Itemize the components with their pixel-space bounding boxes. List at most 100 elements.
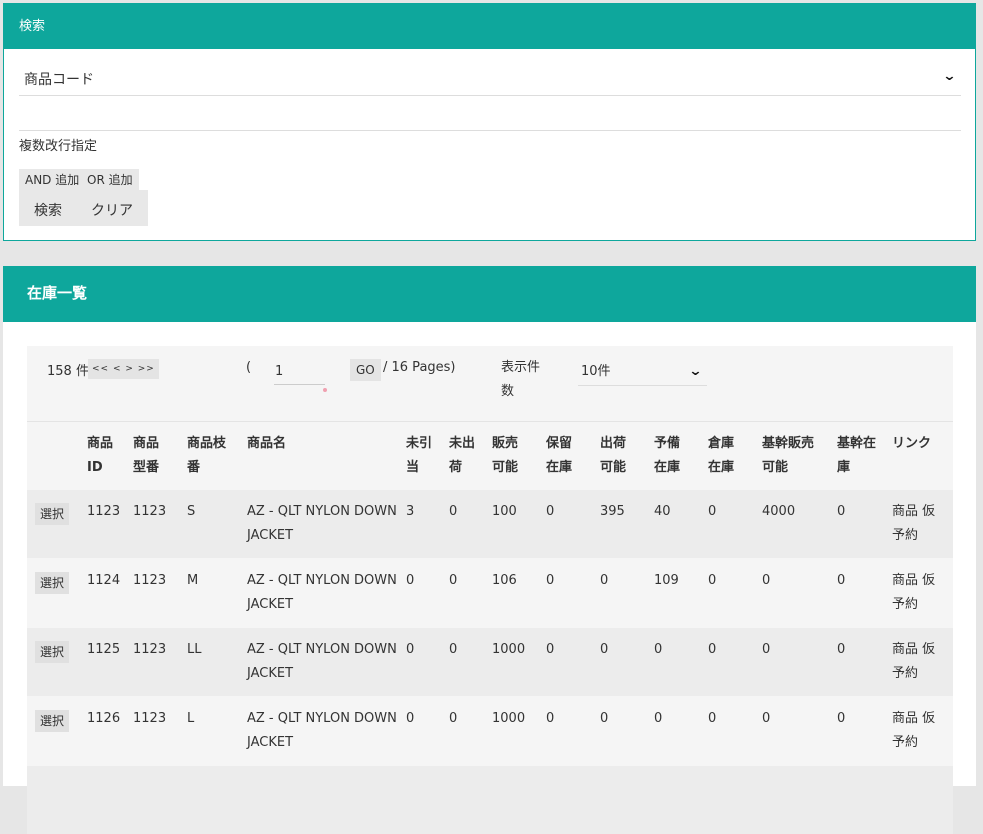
inventory-list-panel: 在庫一覧 158 件 << < > >> ( 1 GO / 16 Pages) … — [3, 266, 976, 834]
search-panel: 検索 商品コード ⌄ 複数改行指定 AND 追加 OR 追加 検索 クリア — [3, 3, 976, 241]
multi-line-label: 複数改行指定 — [19, 139, 98, 154]
column-header: 未引当 — [406, 436, 433, 475]
open-paren: ( — [246, 360, 252, 375]
cell-core-stock: 0 — [837, 711, 846, 726]
cell-branch: LL — [187, 642, 202, 657]
cell-unshipped: 0 — [449, 642, 458, 657]
cell-unshipped: 0 — [449, 711, 458, 726]
cell-sellable: 1000 — [492, 711, 526, 726]
cell-warehouse-stock: 0 — [708, 504, 717, 519]
column-header: 商品型番 — [133, 436, 160, 475]
page-nav-buttons[interactable]: << < > >> — [88, 359, 159, 379]
table-row — [27, 766, 953, 834]
cell-core-sellable: 4000 — [762, 504, 796, 519]
table-row: 選択 1124 1123 M AZ - QLT NYLON DOWN JACKE… — [27, 559, 953, 627]
or-add-button[interactable]: OR 追加 — [81, 169, 139, 192]
cell-unallocated: 0 — [406, 642, 415, 657]
table-row: 選択 1125 1123 LL AZ - QLT NYLON DOWN JACK… — [27, 628, 953, 696]
pagination-bar: 158 件 << < > >> ( 1 GO / 16 Pages) 表示件数 … — [27, 346, 953, 422]
product-reserve-link[interactable]: 商品 仮予約 — [892, 707, 942, 755]
column-header: 販売可能 — [492, 436, 519, 475]
search-field-select[interactable]: 商品コード ⌄ — [19, 65, 961, 96]
cell-unallocated: 3 — [406, 504, 415, 519]
cell-core-sellable: 0 — [762, 573, 771, 588]
cell-model: 1123 — [133, 573, 167, 588]
cell-reserve-stock: 40 — [654, 504, 671, 519]
select-button[interactable]: 選択 — [35, 710, 70, 732]
column-header: 倉庫在庫 — [708, 436, 735, 475]
chevron-down-icon: ⌄ — [942, 69, 957, 84]
cell-product-id: 1125 — [87, 642, 121, 657]
cell-shippable: 0 — [600, 573, 609, 588]
column-header: 未出荷 — [449, 436, 476, 475]
select-button[interactable]: 選択 — [35, 503, 70, 525]
cell-unshipped: 0 — [449, 504, 458, 519]
cell-core-sellable: 0 — [762, 642, 771, 657]
cell-reserve-stock: 109 — [654, 573, 679, 588]
per-page-select[interactable]: 10件 ⌄ — [578, 359, 707, 386]
select-button[interactable]: 選択 — [35, 572, 70, 594]
cell-product-name: AZ - QLT NYLON DOWN JACKET — [247, 642, 397, 681]
total-pages: / 16 Pages) — [383, 360, 456, 375]
cell-branch: M — [187, 573, 199, 588]
column-header: 商品名 — [247, 436, 287, 451]
search-button[interactable]: 検索 — [34, 200, 62, 220]
and-add-button[interactable]: AND 追加 — [19, 169, 86, 192]
column-header: 基幹販売可能 — [762, 436, 815, 475]
inventory-list-header: 在庫一覧 — [3, 266, 976, 322]
cell-model: 1123 — [133, 711, 167, 726]
product-reserve-link[interactable]: 商品 仮予約 — [892, 569, 942, 617]
cell-held-stock: 0 — [546, 642, 555, 657]
cell-warehouse-stock: 0 — [708, 573, 717, 588]
cell-warehouse-stock: 0 — [708, 642, 717, 657]
product-reserve-link[interactable]: 商品 仮予約 — [892, 638, 942, 686]
cell-sellable: 100 — [492, 504, 517, 519]
chevron-down-icon: ⌄ — [688, 364, 703, 379]
clear-button[interactable]: クリア — [91, 200, 133, 220]
column-header: 基幹在庫 — [837, 436, 877, 475]
column-header: 出荷可能 — [600, 436, 627, 475]
search-panel-header: 検索 — [4, 4, 975, 49]
cell-branch: L — [187, 711, 195, 726]
cell-product-name: AZ - QLT NYLON DOWN JACKET — [247, 573, 397, 612]
cell-held-stock: 0 — [546, 573, 555, 588]
cell-held-stock: 0 — [546, 504, 555, 519]
table-row: 選択 1126 1123 L AZ - QLT NYLON DOWN JACKE… — [27, 697, 953, 765]
search-button-group: 検索 クリア — [19, 190, 148, 226]
cell-product-name: AZ - QLT NYLON DOWN JACKET — [247, 504, 397, 543]
page-number-input[interactable]: 1 — [274, 360, 327, 392]
record-count: 158 件 — [47, 364, 89, 379]
cell-unshipped: 0 — [449, 573, 458, 588]
select-button[interactable]: 選択 — [35, 641, 70, 663]
cell-unallocated: 0 — [406, 711, 415, 726]
per-page-label: 表示件数 — [501, 360, 541, 399]
cell-sellable: 106 — [492, 573, 517, 588]
cell-branch: S — [187, 504, 196, 519]
cell-product-name: AZ - QLT NYLON DOWN JACKET — [247, 711, 397, 750]
table-header: 商品ID 商品型番 商品枝番 商品名 未引当 未出荷 販売可能 保留在庫 出荷可… — [27, 422, 953, 490]
cell-core-stock: 0 — [837, 504, 846, 519]
go-button[interactable]: GO — [350, 359, 381, 381]
cell-product-id: 1124 — [87, 573, 121, 588]
cell-core-stock: 0 — [837, 642, 846, 657]
table-row: 選択 1123 1123 S AZ - QLT NYLON DOWN JACKE… — [27, 490, 953, 558]
cell-core-stock: 0 — [837, 573, 846, 588]
cell-core-sellable: 0 — [762, 711, 771, 726]
cell-product-id: 1126 — [87, 711, 121, 726]
product-reserve-link[interactable]: 商品 仮予約 — [892, 500, 942, 548]
search-text-input[interactable] — [19, 99, 961, 131]
cell-model: 1123 — [133, 504, 167, 519]
cell-unallocated: 0 — [406, 573, 415, 588]
cell-model: 1123 — [133, 642, 167, 657]
column-header: 予備在庫 — [654, 436, 681, 475]
cell-held-stock: 0 — [546, 711, 555, 726]
column-header: 商品枝番 — [187, 436, 227, 475]
column-header: リンク — [892, 436, 932, 451]
cell-shippable: 395 — [600, 504, 625, 519]
cell-sellable: 1000 — [492, 642, 526, 657]
cell-shippable: 0 — [600, 711, 609, 726]
column-header: 商品ID — [87, 436, 114, 475]
cell-product-id: 1123 — [87, 504, 121, 519]
per-page-value: 10件 — [581, 364, 611, 379]
cell-warehouse-stock: 0 — [708, 711, 717, 726]
